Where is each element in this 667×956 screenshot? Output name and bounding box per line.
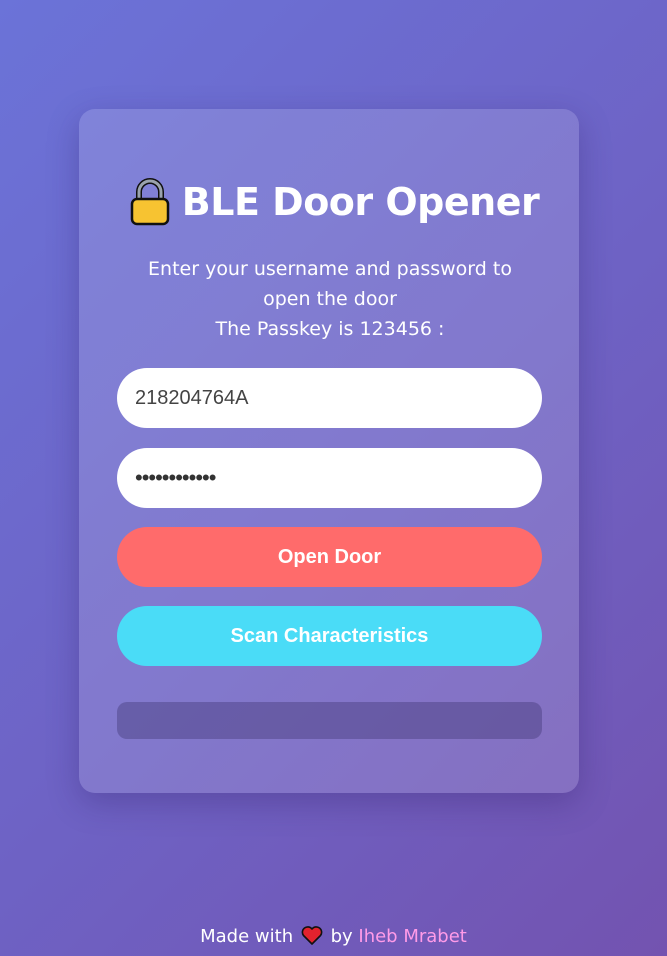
footer-by: by (330, 926, 353, 947)
password-input[interactable]: •••••••••••• (117, 448, 542, 508)
author-link[interactable]: Iheb Mrabet (358, 926, 466, 947)
instructions-line-2: open the door (263, 288, 397, 310)
instructions-line-1: Enter your username and password to (148, 258, 512, 280)
username-input[interactable]: 218204764A (117, 368, 542, 428)
page-title: BLE Door Opener (181, 180, 540, 224)
instructions: Enter your username and password to open… (120, 254, 540, 344)
heart-icon (301, 926, 323, 945)
footer: Made with by Iheb Mrabet (0, 925, 667, 947)
open-door-button[interactable]: Open Door (117, 527, 542, 587)
scan-characteristics-button[interactable]: Scan Characteristics (117, 606, 542, 666)
username-value: 218204764A (135, 386, 249, 409)
status-box (117, 702, 542, 739)
header: BLE Door Opener (0, 178, 667, 226)
footer-made-with: Made with (200, 926, 294, 947)
passkey-hint: The Passkey is 123456 : (215, 318, 445, 340)
password-value: •••••••••••• (135, 465, 216, 490)
lock-icon (130, 178, 170, 226)
